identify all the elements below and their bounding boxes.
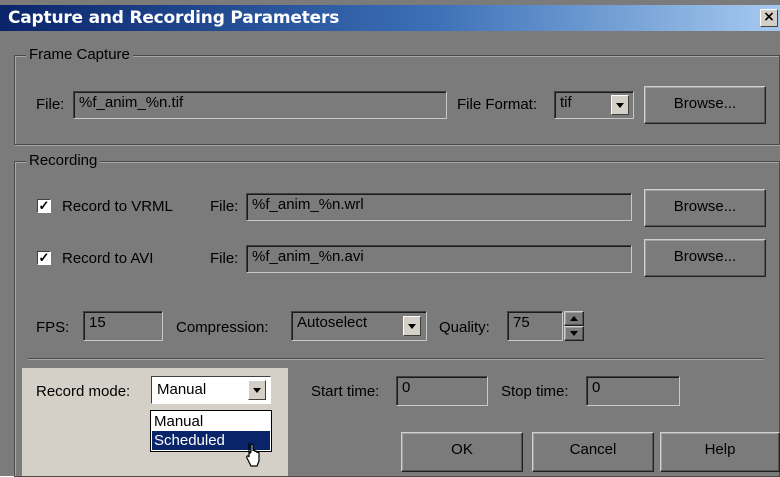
close-button[interactable]: × — [760, 9, 778, 27]
recording-separator — [28, 358, 764, 360]
file-format-label: File Format: — [457, 96, 538, 113]
mouse-cursor-icon — [246, 443, 260, 467]
compression-value: Autoselect — [297, 314, 368, 331]
record-vrml-label: Record to VRML — [62, 198, 173, 215]
avi-browse-button[interactable]: Browse... — [644, 239, 766, 277]
ok-button-label: OK — [451, 441, 473, 458]
quality-spin-down-icon[interactable] — [564, 326, 584, 341]
record-mode-value: Manual — [157, 381, 207, 398]
capture-file-label: File: — [36, 96, 65, 113]
dialog-window: Capture and Recording Parameters × Frame… — [0, 0, 780, 477]
compression-dropdown-arrow-icon[interactable] — [403, 316, 421, 336]
avi-browse-label: Browse... — [673, 248, 737, 265]
help-button[interactable]: Help — [660, 432, 780, 472]
start-time-label: Start time: — [311, 383, 380, 400]
frame-capture-legend: Frame Capture — [26, 46, 133, 63]
quality-spin-up-icon[interactable] — [564, 311, 584, 326]
stop-time-input[interactable]: 0 — [586, 376, 680, 406]
file-format-value: tif — [560, 94, 572, 111]
fps-label: FPS: — [36, 319, 70, 336]
record-avi-label: Record to AVI — [62, 250, 154, 267]
record-mode-dropdown-arrow-icon[interactable] — [248, 380, 266, 400]
record-avi-checkbox[interactable]: ✓ — [37, 251, 51, 265]
record-mode-label: Record mode: — [36, 383, 131, 400]
stop-time-label: Stop time: — [501, 383, 569, 400]
capture-file-input[interactable]: %f_anim_%n.tif — [73, 91, 447, 119]
vrml-browse-button[interactable]: Browse... — [644, 189, 766, 227]
help-button-label: Help — [704, 441, 736, 458]
capture-browse-label: Browse... — [673, 95, 737, 112]
fps-input[interactable]: 15 — [83, 311, 163, 341]
cancel-button[interactable]: Cancel — [532, 432, 654, 472]
quality-label: Quality: — [439, 319, 490, 336]
ok-button[interactable]: OK — [401, 432, 523, 472]
window-title: Capture and Recording Parameters — [8, 8, 340, 28]
compression-label: Compression: — [176, 319, 269, 336]
vrml-file-input[interactable]: %f_anim_%n.wrl — [246, 193, 632, 221]
title-bar[interactable]: Capture and Recording Parameters — [0, 5, 780, 31]
vrml-file-label: File: — [210, 198, 239, 215]
capture-browse-button[interactable]: Browse... — [644, 86, 766, 124]
quality-input[interactable]: 75 — [507, 311, 563, 341]
recording-legend: Recording — [26, 152, 101, 169]
record-mode-option-manual[interactable]: Manual — [152, 412, 270, 431]
avi-file-label: File: — [210, 250, 239, 267]
vrml-browse-label: Browse... — [673, 198, 737, 215]
avi-file-input[interactable]: %f_anim_%n.avi — [246, 245, 632, 273]
start-time-input[interactable]: 0 — [396, 376, 488, 406]
cancel-button-label: Cancel — [569, 441, 617, 458]
record-vrml-checkbox[interactable]: ✓ — [37, 199, 51, 213]
file-format-dropdown-arrow-icon[interactable] — [611, 95, 629, 115]
